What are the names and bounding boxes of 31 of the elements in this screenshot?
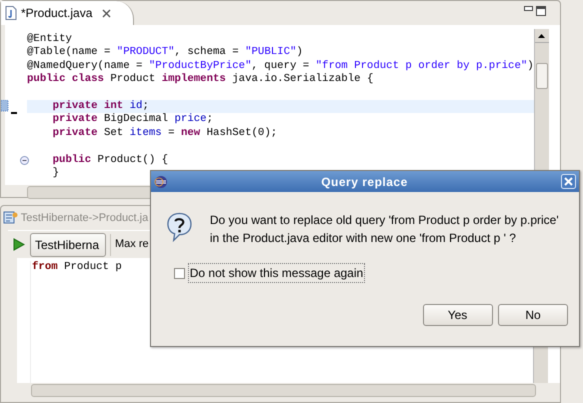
max-results-label: Max re [115,237,149,252]
editor-tab[interactable]: *Product.java [1,1,134,25]
checkbox-label[interactable]: Do not show this message again [188,263,366,283]
dialog-message: Do you want to replace old query 'from Product p order by p.price' in the Product.java editor with new one 'from Product p ' ? [210,212,560,247]
maximize-icon[interactable] [536,6,546,16]
collapse-icon[interactable] [20,156,29,165]
yes-button[interactable]: Yes [422,304,492,326]
eclipse-icon [154,174,168,188]
code-line: } [52,166,60,180]
horizontal-scrollbar[interactable] [31,384,536,397]
code-line: @Table(name = "PRODUCT", schema = "PUBLIC") [27,46,303,60]
code-line: private int id; [52,100,149,113]
code-line: @NamedQuery(name = "ProductByPrice", query = "from Product p order by p.price") [27,60,534,73]
scroll-up-icon[interactable] [538,34,546,38]
scroll-thumb[interactable] [536,63,548,89]
code-line: private BigDecimal price; [52,113,214,127]
java-file-icon [5,6,17,20]
checkbox[interactable] [174,268,185,278]
no-button[interactable]: No [498,304,568,326]
code-line: private Set items = new HashSet(0); [52,126,278,140]
database-query-icon [3,211,18,225]
configuration-dropdown[interactable]: TestHiberna [30,232,106,256]
question-icon [166,211,193,242]
code-line: from Product p [32,261,122,274]
minimize-icon[interactable] [524,6,534,12]
dialog-title: Query replace [320,174,409,190]
code-line: public class Product implements java.io.Serializable { [27,73,374,87]
code-line: public Product() { [52,154,168,167]
code-line: @Entity [27,33,72,46]
run-icon[interactable] [13,238,25,251]
close-icon[interactable] [102,8,112,18]
